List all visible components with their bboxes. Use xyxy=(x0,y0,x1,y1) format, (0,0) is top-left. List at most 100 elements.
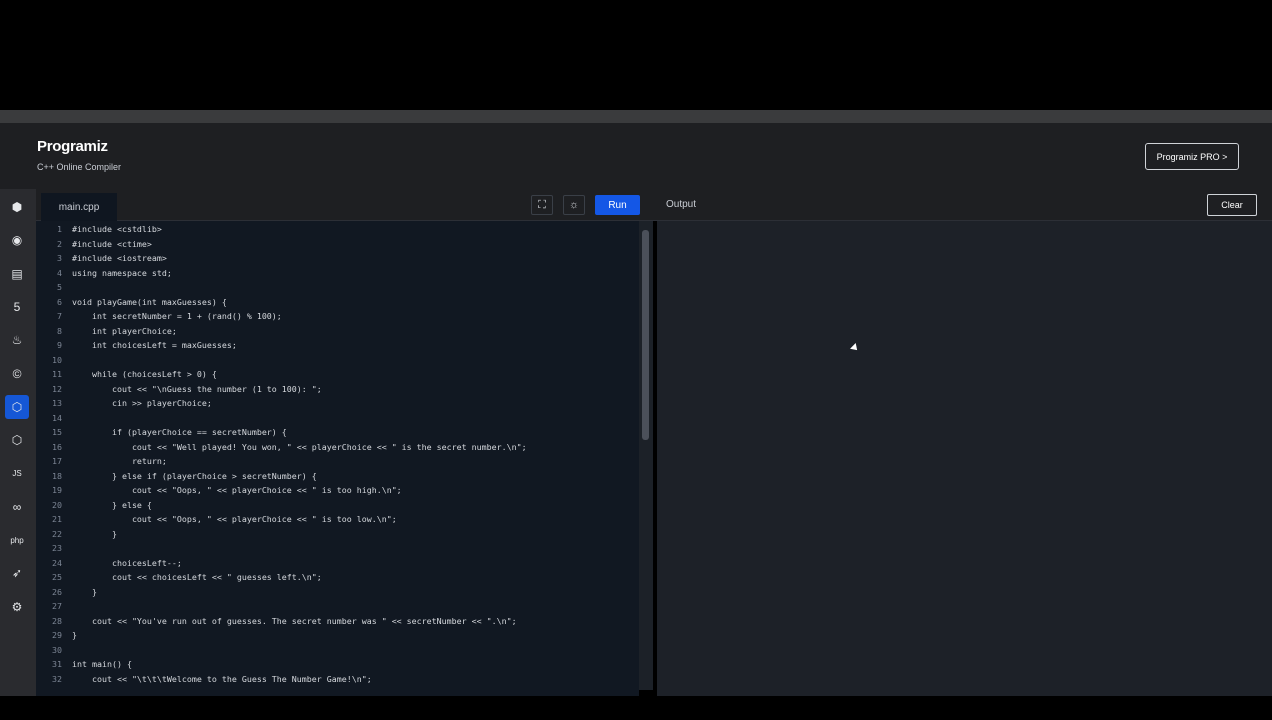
line-number: 9 xyxy=(57,340,62,350)
code-line: 22 } xyxy=(36,527,639,542)
code-text: cout << "Oops, " << playerChoice << " is… xyxy=(72,485,402,495)
fullscreen-icon[interactable]: ⛶ xyxy=(531,195,553,215)
line-number: 32 xyxy=(52,673,62,684)
line-number: 23 xyxy=(52,543,62,553)
line-number: 7 xyxy=(57,311,62,321)
run-button[interactable]: Run xyxy=(595,195,640,215)
line-number: 2 xyxy=(57,238,62,249)
code-text: } else { xyxy=(72,499,152,510)
js-icon[interactable]: JS xyxy=(5,461,29,485)
code-text: int main() { xyxy=(72,659,132,669)
line-number: 29 xyxy=(52,630,62,640)
code-text: #include <iostream> xyxy=(72,253,167,263)
line-number: 4 xyxy=(57,267,62,278)
browser-bar xyxy=(0,110,1272,123)
python-icon[interactable]: ⬢ xyxy=(5,195,29,219)
code-line: 30 xyxy=(36,643,639,658)
code-line: 23 xyxy=(36,541,639,556)
output-panel[interactable] xyxy=(657,221,1272,696)
code-text: while (choicesLeft > 0) { xyxy=(72,369,217,379)
html-icon[interactable]: 5 xyxy=(5,295,29,319)
line-number: 30 xyxy=(52,644,62,655)
line-number: 13 xyxy=(52,398,62,408)
line-number: 6 xyxy=(57,296,62,307)
code-text: } xyxy=(72,528,117,539)
go-icon[interactable]: ∞ xyxy=(5,495,29,519)
code-text: cout << "Well played! You won, " << play… xyxy=(72,441,527,452)
code-line: 13 cin >> playerChoice; xyxy=(36,396,639,411)
c-icon[interactable]: © xyxy=(5,362,29,386)
code-text: int playerChoice; xyxy=(72,325,177,336)
sql-icon[interactable]: ▤ xyxy=(5,262,29,286)
code-text: } xyxy=(72,630,77,640)
bottom-letterbox xyxy=(0,696,1272,720)
code-text: cout << "Oops, " << playerChoice << " is… xyxy=(72,514,397,524)
line-number: 20 xyxy=(52,499,62,510)
page-subtitle: C++ Online Compiler xyxy=(37,162,122,172)
code-line: 17 return; xyxy=(36,454,639,469)
line-number: 31 xyxy=(52,659,62,669)
line-number: 27 xyxy=(52,601,62,611)
php-icon[interactable]: php xyxy=(5,528,29,552)
output-toolbar xyxy=(653,189,1272,221)
code-text: } else if (playerChoice > secretNumber) … xyxy=(72,470,317,481)
rust-icon[interactable]: ⚙ xyxy=(5,595,29,619)
code-line: 1 #include <cstdlib> xyxy=(36,222,639,237)
code-line: 16 cout << "Well played! You won, " << p… xyxy=(36,440,639,455)
line-number: 19 xyxy=(52,485,62,495)
code-line: 20 } else { xyxy=(36,498,639,513)
code-line: 3 #include <iostream> xyxy=(36,251,639,266)
code-line: 21 cout << "Oops, " << playerChoice << "… xyxy=(36,512,639,527)
theme-toggle-icon[interactable]: ☼ xyxy=(563,195,585,215)
code-text: #include <cstdlib> xyxy=(72,224,162,234)
code-line: 15 if (playerChoice == secretNumber) { xyxy=(36,425,639,440)
line-number: 14 xyxy=(52,412,62,423)
top-letterbox xyxy=(0,0,1272,110)
code-line: 7 int secretNumber = 1 + (rand() % 100); xyxy=(36,309,639,324)
code-text: cout << "\nGuess the number (1 to 100): … xyxy=(72,383,322,394)
line-number: 1 xyxy=(57,224,62,234)
code-line: 28 cout << "You've run out of guesses. T… xyxy=(36,614,639,629)
code-line: 31 int main() { xyxy=(36,657,639,672)
line-number: 18 xyxy=(52,470,62,481)
line-number: 24 xyxy=(52,557,62,568)
code-editor[interactable]: 1 #include <cstdlib> 2 #include <ctime> 3 #in… xyxy=(36,221,639,696)
code-line: 29} xyxy=(36,628,639,643)
code-line: 32 cout << "\t\t\tWelcome to the Guess T… xyxy=(36,672,639,687)
line-number: 17 xyxy=(52,456,62,466)
code-text: cin >> playerChoice; xyxy=(72,398,212,408)
code-text: void playGame(int maxGuesses) { xyxy=(72,296,227,307)
line-number: 3 xyxy=(57,253,62,263)
csharp-icon[interactable]: ⬡ xyxy=(5,428,29,452)
app-header xyxy=(0,123,1272,189)
code-line: 19 cout << "Oops, " << playerChoice << "… xyxy=(36,483,639,498)
code-line: 6 void playGame(int maxGuesses) { xyxy=(36,295,639,310)
tab-main-cpp[interactable]: main.cpp xyxy=(41,193,117,221)
code-text: int choicesLeft = maxGuesses; xyxy=(72,340,237,350)
code-line: 27 xyxy=(36,599,639,614)
java-icon[interactable]: ♨ xyxy=(5,328,29,352)
line-number: 11 xyxy=(52,369,62,379)
r-icon[interactable]: ◉ xyxy=(5,228,29,252)
code-line: 2 #include <ctime> xyxy=(36,237,639,252)
code-line: 24 choicesLeft--; xyxy=(36,556,639,571)
cpp-icon[interactable]: ⬡ xyxy=(5,394,29,419)
code-line: 5 xyxy=(36,280,639,295)
code-text: if (playerChoice == secretNumber) { xyxy=(72,427,287,437)
line-number: 15 xyxy=(52,427,62,437)
clear-button[interactable]: Clear xyxy=(1207,194,1257,216)
output-label: Output xyxy=(666,199,697,210)
code-line: 10 xyxy=(36,353,639,368)
swift-icon[interactable]: ➶ xyxy=(5,561,29,585)
code-text: cout << "\t\t\tWelcome to the Guess The … xyxy=(72,673,372,684)
line-number: 21 xyxy=(52,514,62,524)
line-number: 8 xyxy=(57,325,62,336)
programiz-pro-button[interactable]: Programiz PRO > xyxy=(1145,143,1239,170)
code-text: choicesLeft--; xyxy=(72,557,182,568)
code-line: 25 cout << choicesLeft << " guesses left… xyxy=(36,570,639,585)
line-number: 10 xyxy=(52,354,62,365)
editor-scrollbar-thumb[interactable] xyxy=(642,230,649,440)
code-text: cout << choicesLeft << " guesses left.\n… xyxy=(72,572,322,582)
code-line: 26 } xyxy=(36,585,639,600)
programiz-logo[interactable]: Programiz xyxy=(37,138,108,155)
